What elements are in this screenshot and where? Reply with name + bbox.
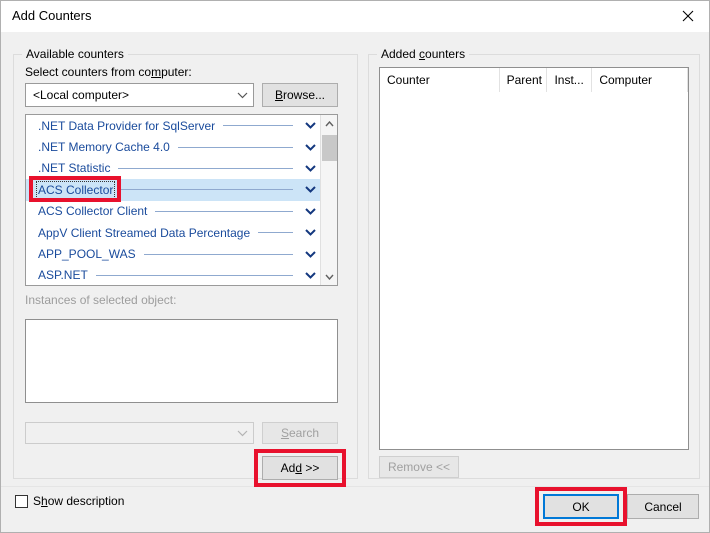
instances-list[interactable] (25, 319, 338, 403)
cancel-button[interactable]: Cancel (627, 494, 699, 519)
instances-label: Instances of selected object: (25, 293, 177, 307)
footer-divider (1, 486, 709, 487)
chevron-down-icon[interactable] (299, 165, 321, 172)
column-header[interactable]: Counter (380, 68, 500, 92)
counter-item-label: ACS Collector Client (38, 204, 148, 219)
browse-label-rest: rowse... (283, 88, 326, 102)
chevron-down-icon[interactable] (299, 122, 321, 130)
counter-item-label: APP_POOL_WAS (38, 247, 136, 262)
counter-item-label: ASP.NET (38, 268, 88, 283)
add-button[interactable]: Add >> (262, 456, 338, 480)
available-counters-list[interactable]: .NET Data Provider for SqlServer .NET Mem… (25, 114, 338, 286)
added-counters-header-row: Counter Parent Inst... Computer (380, 68, 688, 92)
counter-item-leader-line (121, 189, 293, 191)
counter-item-leader-line (155, 210, 293, 212)
counter-list-item[interactable]: ASP.NET (26, 265, 321, 285)
checkbox-box-icon (15, 494, 28, 508)
available-counters-legend: Available counters (22, 47, 128, 61)
added-counters-legend: Added counters (377, 47, 470, 61)
chevron-down-icon[interactable] (299, 143, 321, 151)
chevron-down-icon[interactable] (299, 250, 321, 258)
scroll-up-arrow-icon[interactable] (321, 115, 337, 132)
chevron-down-icon (231, 430, 253, 437)
counter-item-leader-line (95, 274, 293, 276)
counter-list-item[interactable]: .NET Memory Cache 4.0 (26, 136, 321, 157)
chevron-down-icon[interactable] (299, 229, 321, 237)
show-description-label: Show description (33, 494, 125, 508)
search-combo[interactable] (25, 422, 254, 444)
chevron-down-icon[interactable] (299, 208, 321, 215)
browse-button[interactable]: Browse... (262, 83, 338, 107)
select-counters-label: Select counters from computer: (25, 65, 192, 79)
search-button[interactable]: Search (262, 422, 338, 444)
counters-list-scrollbar[interactable] (320, 115, 337, 285)
show-description-checkbox[interactable]: Show description (15, 494, 124, 508)
counter-list-item[interactable]: ACS Collector Client (26, 201, 321, 222)
chevron-down-icon (231, 92, 253, 99)
scroll-down-arrow-icon[interactable] (321, 268, 337, 285)
counter-item-leader-line (118, 167, 293, 169)
remove-button[interactable]: Remove << (379, 456, 459, 478)
counter-list-item[interactable]: AppV Client Streamed Data Percentage (26, 222, 321, 243)
computer-select-value: <Local computer> (33, 88, 130, 102)
counter-list-item[interactable]: .NET Statistic (26, 158, 321, 179)
chevron-down-icon[interactable] (299, 272, 321, 279)
counter-list-item[interactable]: .NET Data Provider for SqlServer (26, 115, 321, 136)
close-icon[interactable] (665, 1, 709, 31)
column-header[interactable]: Computer (592, 68, 688, 92)
counter-item-leader-line (177, 146, 293, 148)
counter-list-item[interactable]: APP_POOL_WAS (26, 243, 321, 264)
counter-item-label: AppV Client Streamed Data Percentage (38, 225, 251, 240)
remove-label: Remove << (387, 460, 451, 474)
search-label-rest: earch (288, 426, 320, 440)
counter-item-label: .NET Memory Cache 4.0 (38, 140, 170, 155)
counter-item-label: .NET Statistic (38, 161, 111, 176)
column-header[interactable]: Inst... (547, 68, 593, 92)
column-header[interactable]: Parent (500, 68, 548, 92)
added-counters-table[interactable]: Counter Parent Inst... Computer (379, 67, 689, 450)
counter-list-item[interactable]: ACS Collector (26, 179, 321, 201)
counter-item-label: ACS Collector (35, 180, 116, 199)
scrollbar-thumb[interactable] (322, 135, 337, 161)
window-title: Add Counters (12, 8, 92, 23)
counter-item-leader-line (223, 125, 293, 127)
counter-item-leader-line (143, 253, 293, 255)
counter-item-leader-line (258, 232, 293, 234)
title-bar: Add Counters (1, 1, 709, 32)
computer-select-combo[interactable]: <Local computer> (25, 83, 254, 107)
ok-button[interactable]: OK (543, 494, 619, 519)
add-counters-dialog: Add Counters Available counters Select c… (0, 0, 710, 533)
counter-item-label: .NET Data Provider for SqlServer (38, 118, 216, 133)
chevron-down-icon[interactable] (299, 186, 321, 194)
